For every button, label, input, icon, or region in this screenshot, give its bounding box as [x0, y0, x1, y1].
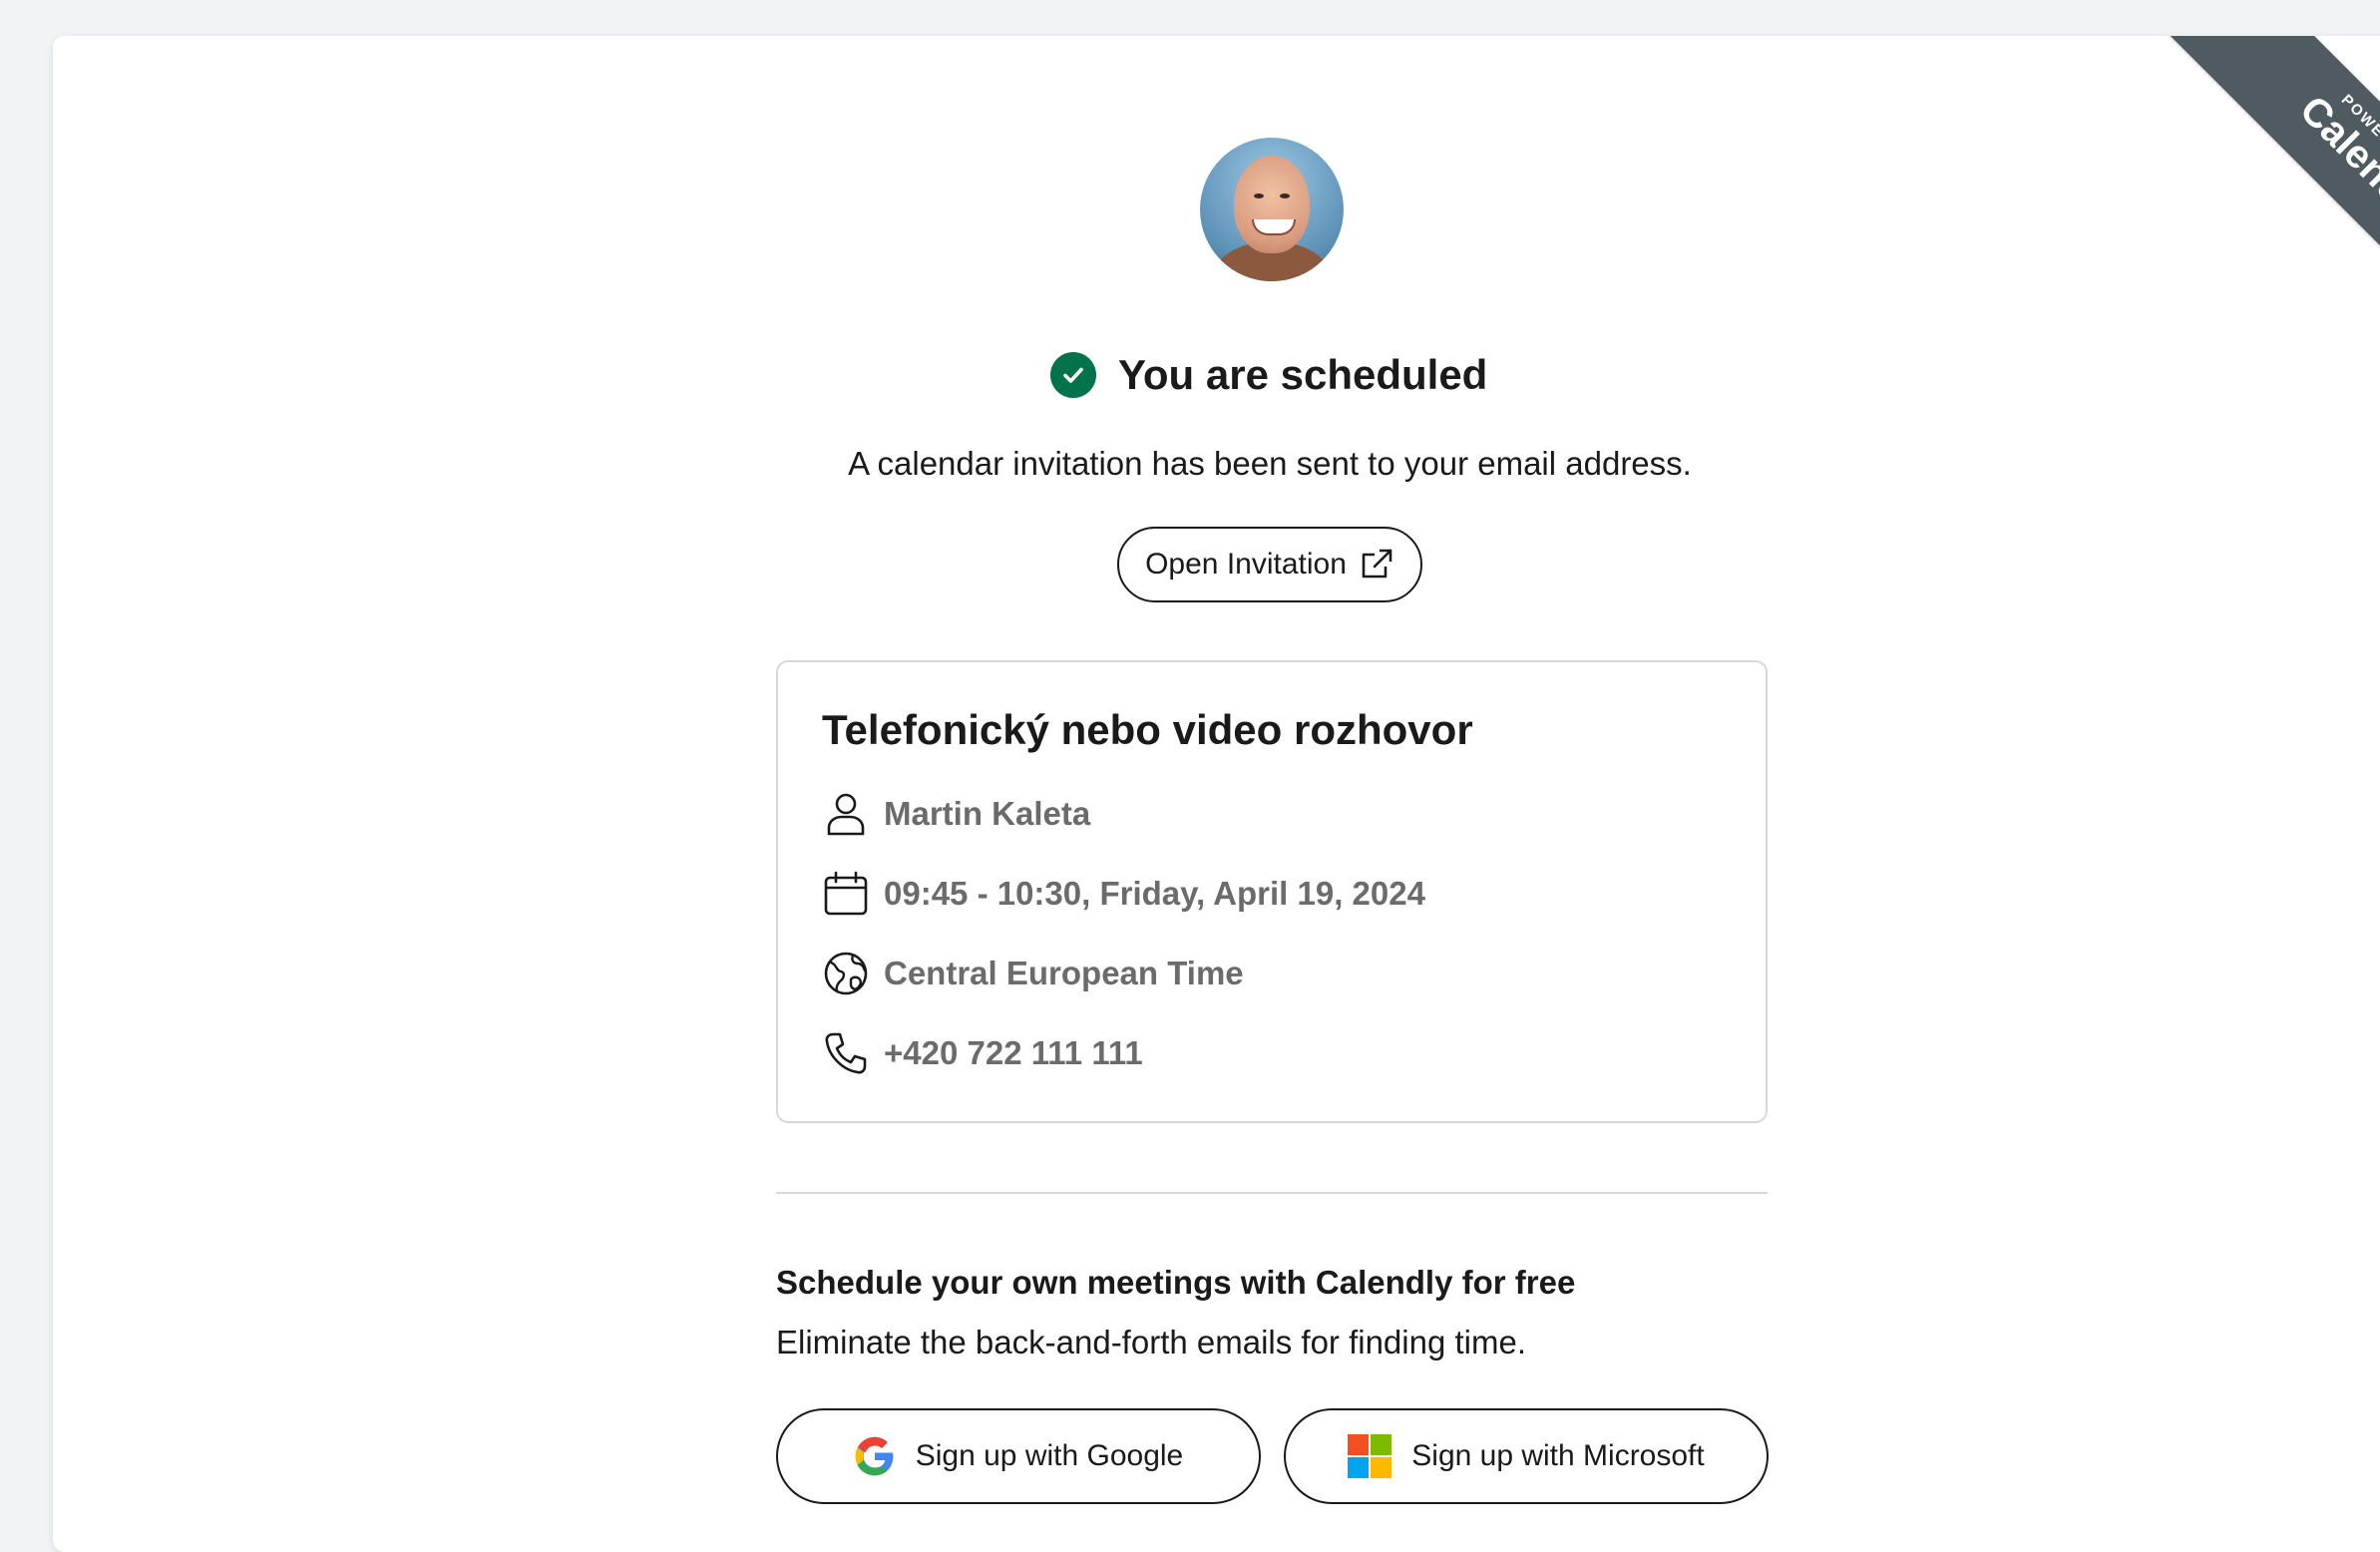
- sign-up-google-label: Sign up with Google: [915, 1439, 1184, 1472]
- title-inner: You are scheduled: [1050, 347, 1489, 403]
- section-divider: [776, 1192, 1768, 1194]
- calendar-icon: [822, 870, 870, 918]
- datetime-row: 09:45 - 10:30, Friday, April 19, 2024: [822, 869, 1425, 919]
- page-background: POWERED BY Calendly You are scheduled A …: [0, 0, 2380, 1552]
- host-avatar: [1200, 138, 1344, 281]
- host-row: Martin Kaleta: [822, 789, 1090, 839]
- event-timezone: Central European Time: [884, 955, 1244, 991]
- external-link-icon: [1359, 547, 1394, 582]
- phone-icon: [822, 1029, 870, 1077]
- confirmation-subtitle: A calendar invitation has been sent to y…: [848, 445, 1692, 482]
- avatar-face: [1234, 156, 1310, 253]
- google-logo-icon: [854, 1435, 896, 1477]
- open-invitation-label: Open Invitation: [1145, 548, 1347, 581]
- avatar-eye-right: [1280, 194, 1290, 198]
- person-icon: [822, 790, 870, 838]
- powered-by-ribbon[interactable]: POWERED BY Calendly: [2148, 36, 2380, 335]
- event-title: Telefonický nebo video rozhovor: [822, 706, 1473, 753]
- globe-icon: [822, 950, 870, 997]
- sign-up-microsoft-button[interactable]: Sign up with Microsoft: [1284, 1408, 1769, 1504]
- timezone-row: Central European Time: [822, 949, 1244, 998]
- check-mark-svg: [1063, 367, 1083, 383]
- promo-subtitle: Eliminate the back-and-forth emails for …: [776, 1324, 1527, 1360]
- microsoft-logo-icon: [1348, 1434, 1392, 1478]
- ribbon-band[interactable]: POWERED BY Calendly: [2169, 36, 2380, 335]
- sign-up-google-button[interactable]: Sign up with Google: [776, 1408, 1261, 1504]
- host-name: Martin Kaleta: [884, 795, 1091, 832]
- event-datetime: 09:45 - 10:30, Friday, April 19, 2024: [884, 875, 1425, 912]
- open-invitation-button[interactable]: Open Invitation: [1117, 527, 1422, 602]
- promo-title: Schedule your own meetings with Calendly…: [776, 1264, 1576, 1301]
- calendly-brand-label: Calendly: [2291, 87, 2380, 236]
- check-circle-icon: [1050, 352, 1096, 398]
- phone-row: +420 722 111 111: [822, 1028, 1143, 1078]
- avatar-eye-left: [1254, 194, 1264, 198]
- event-phone: +420 722 111 111: [884, 1034, 1143, 1071]
- page-title: You are scheduled: [1118, 351, 1488, 398]
- confirmation-card: POWERED BY Calendly You are scheduled A …: [53, 36, 2380, 1552]
- event-details-box: Telefonický nebo video rozhovor Martin K…: [776, 660, 1768, 1123]
- sign-up-microsoft-label: Sign up with Microsoft: [1411, 1439, 1705, 1472]
